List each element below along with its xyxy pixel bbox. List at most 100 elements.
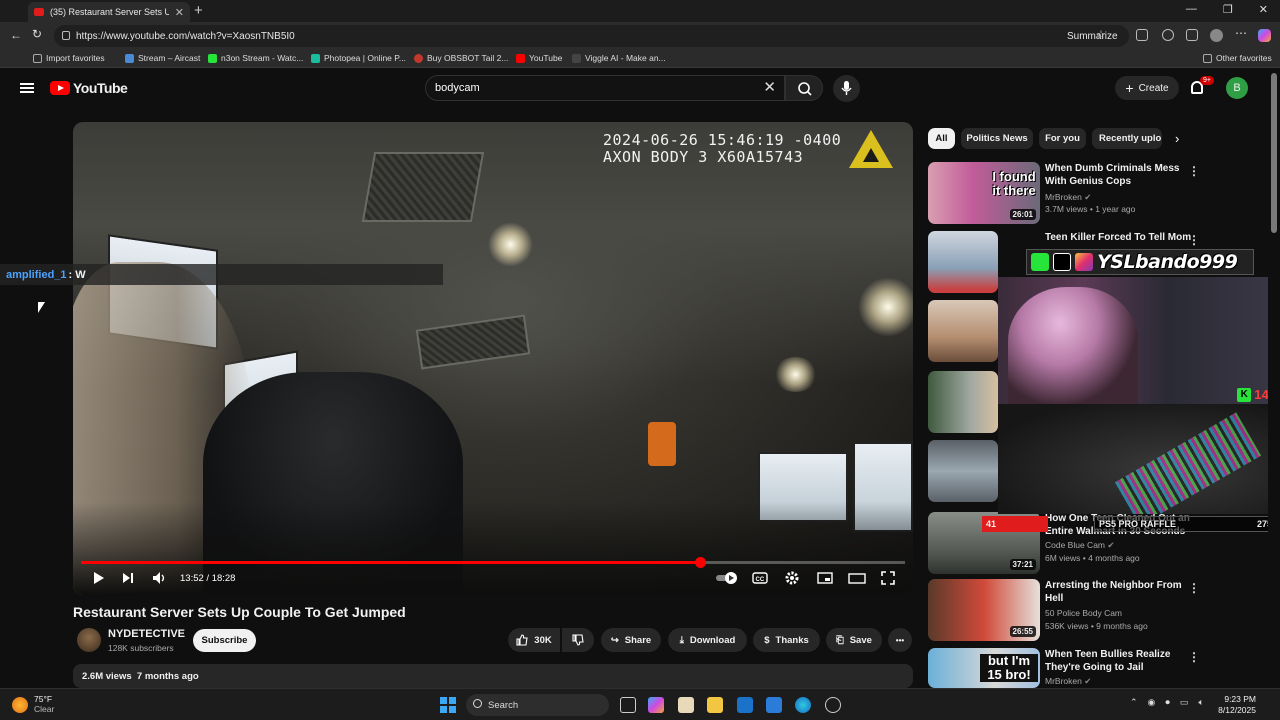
kick-icon [208,53,217,63]
scrollbar-thumb[interactable] [1271,73,1277,233]
search-input[interactable]: bodycam ✕ [425,75,785,101]
tiktok-logo-icon [1053,253,1071,271]
thanks-button[interactable]: $ Thanks [753,628,820,652]
video-thumbnail[interactable] [928,371,998,433]
description-box[interactable]: 2.6M views 7 months ago [73,664,913,688]
share-button[interactable]: ↪ Share [601,628,661,652]
fullscreen-icon[interactable] [881,571,895,585]
show-hidden-icons[interactable]: ⌃ [1130,697,1138,708]
save-label: Save [849,634,872,646]
recommendation-item[interactable]: 26:55 Arresting the Neighbor From Hell 5… [928,579,1268,643]
browser-tab[interactable]: (35) Restaurant Server Sets Up Co ✕ [28,2,190,22]
photos-app-icon[interactable] [766,697,782,713]
chips-next-icon[interactable]: › [1175,131,1179,146]
weather-widget[interactable]: 75°F Clear [12,694,54,714]
file-explorer-icon[interactable] [707,697,723,713]
video-thumbnail[interactable]: I found it there 26:01 [928,162,1040,224]
kebab-menu-icon[interactable]: ⋮ [1188,233,1200,247]
video-progress-bar[interactable] [81,557,905,568]
chip-for-you[interactable]: For you [1039,128,1086,149]
favorite-star-icon[interactable]: ☆ [1096,28,1106,41]
store-app-icon[interactable] [678,697,694,713]
back-icon[interactable]: ← [10,28,22,42]
dislike-button[interactable] [562,628,594,652]
voice-search-button[interactable] [833,75,860,102]
channel-avatar[interactable] [77,628,101,652]
bookmark-obsbot[interactable]: Buy OBSBOT Tail 2... [414,53,508,63]
profile-sync-icon[interactable] [1162,29,1174,41]
channel-name[interactable]: NYDETECTIVE [108,628,185,640]
refresh-icon[interactable]: ↻ [32,27,42,41]
extensions-icon[interactable] [1136,29,1148,41]
autoplay-toggle-icon[interactable] [715,571,739,585]
more-actions-button[interactable]: ••• [888,628,912,652]
summarize-button[interactable]: Summarize [1067,25,1118,47]
bookmark-photopea[interactable]: Photopea | Online P... [311,53,406,63]
kebab-menu-icon[interactable]: ⋮ [1188,581,1200,595]
url-bar[interactable]: https://www.youtube.com/watch?v=XaosnTNB… [54,25,1129,47]
chip-recently-uploaded[interactable]: Recently uplo [1092,128,1162,149]
obs-app-icon[interactable] [825,697,841,713]
copilot-app-icon[interactable] [648,697,664,713]
kebab-menu-icon[interactable]: ⋮ [1188,164,1200,178]
clear-search-icon[interactable]: ✕ [763,80,776,96]
svg-text:CC: CC [756,577,765,583]
create-button[interactable]: + Create [1115,76,1179,100]
close-window-button[interactable]: ✕ [1259,3,1268,16]
captions-icon[interactable]: CC [752,571,768,585]
volume-tray-icon[interactable]: 🔈︎ [1198,697,1203,708]
play-icon[interactable] [91,571,105,585]
youtube-logo[interactable]: YouTube [50,80,128,96]
other-favorites[interactable]: Other favorites [1203,53,1272,63]
taskbar-search[interactable]: Search [466,694,609,716]
timestamp-line: 2024-06-26 15:46:19 -0400 [603,131,842,149]
video-thumbnail[interactable]: but I'm 15 bro! [928,648,1040,688]
bookmark-n3on-stream[interactable]: n3on Stream - Watc... [208,53,303,63]
stream-chat-message: amplified_1 : W [0,264,443,285]
account-avatar[interactable]: B [1226,77,1248,99]
microphone-tray-icon[interactable]: ⏺ [1165,697,1170,708]
windows-start-icon[interactable] [440,697,456,713]
video-thumbnail[interactable]: 26:55 [928,579,1040,641]
verified-check-icon: ✔ [1084,192,1092,202]
video-player[interactable]: 2024-06-26 15:46:19 -0400 AXON BODY 3 X6… [73,122,913,595]
bookmark-youtube[interactable]: YouTube [516,53,562,63]
display-icon[interactable]: ▭ [1180,697,1189,708]
video-thumbnail[interactable] [928,440,998,502]
volume-icon[interactable] [152,571,168,585]
network-icon[interactable]: ◉ [1148,697,1156,708]
more-options-icon[interactable]: ⋯ [1235,26,1247,40]
subscribe-button[interactable]: Subscribe [193,629,256,652]
collections-icon[interactable] [1186,29,1198,41]
video-thumbnail[interactable] [928,231,998,293]
download-button[interactable]: ⤓ Download [668,628,747,652]
maximize-button[interactable]: ❐ [1223,3,1233,16]
next-video-icon[interactable] [121,571,135,585]
edge-browser-icon[interactable] [795,697,811,713]
task-view-icon[interactable] [620,697,636,713]
theater-mode-icon[interactable] [848,571,866,585]
new-tab-button[interactable]: + [194,3,203,18]
outlook-icon[interactable] [737,697,753,713]
taskbar-clock[interactable]: 9:23 PM 8/12/2025 [1218,694,1256,716]
miniplayer-icon[interactable] [817,571,833,585]
profile-avatar-icon[interactable] [1210,29,1223,42]
recommendation-item[interactable]: I found it there 26:01 When Dumb Crimina… [928,162,1268,226]
bookmark-stream-aircast[interactable]: Stream – Aircast [125,53,200,63]
search-button[interactable] [785,75,823,101]
chip-all[interactable]: All [928,128,955,149]
save-button[interactable]: ⎗ Save [826,628,882,652]
minimize-button[interactable]: — [1186,3,1197,16]
bookmark-viggle[interactable]: Viggle AI - Make an... [572,53,666,63]
kebab-menu-icon[interactable]: ⋮ [1188,650,1200,664]
bookmark-import-favorites[interactable]: Import favorites [33,53,105,63]
chip-politics-news[interactable]: Politics News [961,128,1033,149]
video-thumbnail[interactable] [928,300,998,362]
share-icon: ↪ [610,634,619,646]
close-tab-icon[interactable]: ✕ [175,6,184,19]
settings-gear-icon[interactable] [785,571,799,585]
copilot-icon[interactable] [1258,29,1271,42]
like-button[interactable]: 30K [508,628,560,652]
folder-icon [1203,53,1212,63]
hamburger-menu-icon[interactable] [20,83,34,93]
